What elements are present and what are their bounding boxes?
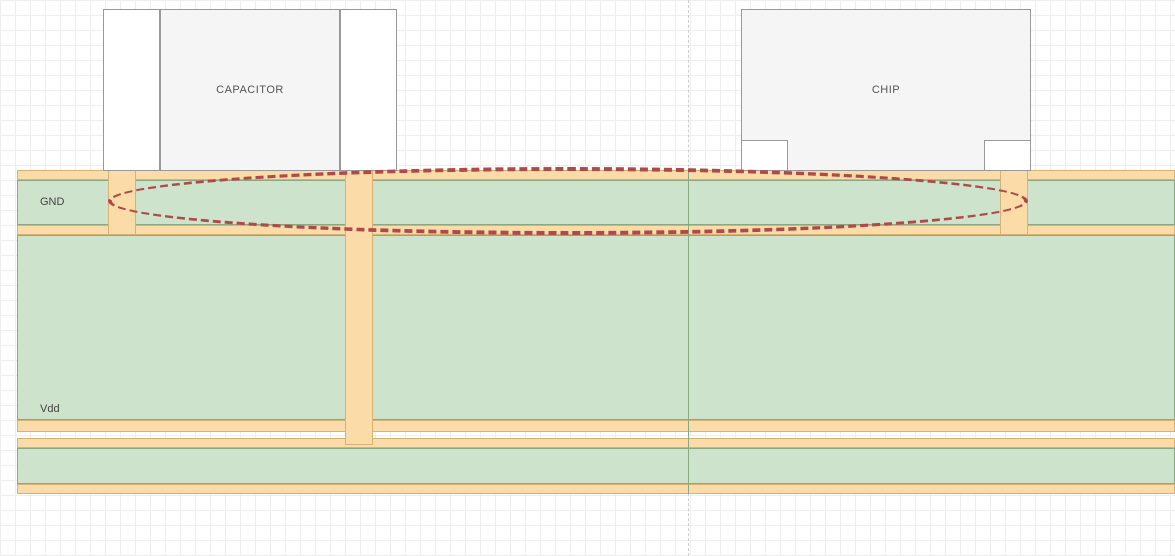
capacitor-pad-left xyxy=(103,9,160,171)
layer-inner-plane xyxy=(17,235,1175,420)
current-loop-annotation xyxy=(108,167,1028,235)
capacitor-pad-right xyxy=(340,9,397,171)
layer-dielectric-2 xyxy=(17,420,1175,432)
capacitor-body: CAPACITOR xyxy=(160,9,340,171)
layer-bottom-copper xyxy=(17,484,1175,494)
capacitor-label: CAPACITOR xyxy=(216,84,284,96)
label-gnd: GND xyxy=(40,196,64,208)
chip-label: CHIP xyxy=(872,84,900,96)
chip-pad-left xyxy=(741,140,788,171)
diagram-canvas[interactable]: GND Vdd CAPACITOR CHIP xyxy=(0,0,1175,556)
layer-bottom-plane xyxy=(17,448,1175,484)
label-vdd: Vdd xyxy=(40,403,60,415)
layer-dielectric-3 xyxy=(17,438,1175,448)
chip-pad-right xyxy=(984,140,1031,171)
